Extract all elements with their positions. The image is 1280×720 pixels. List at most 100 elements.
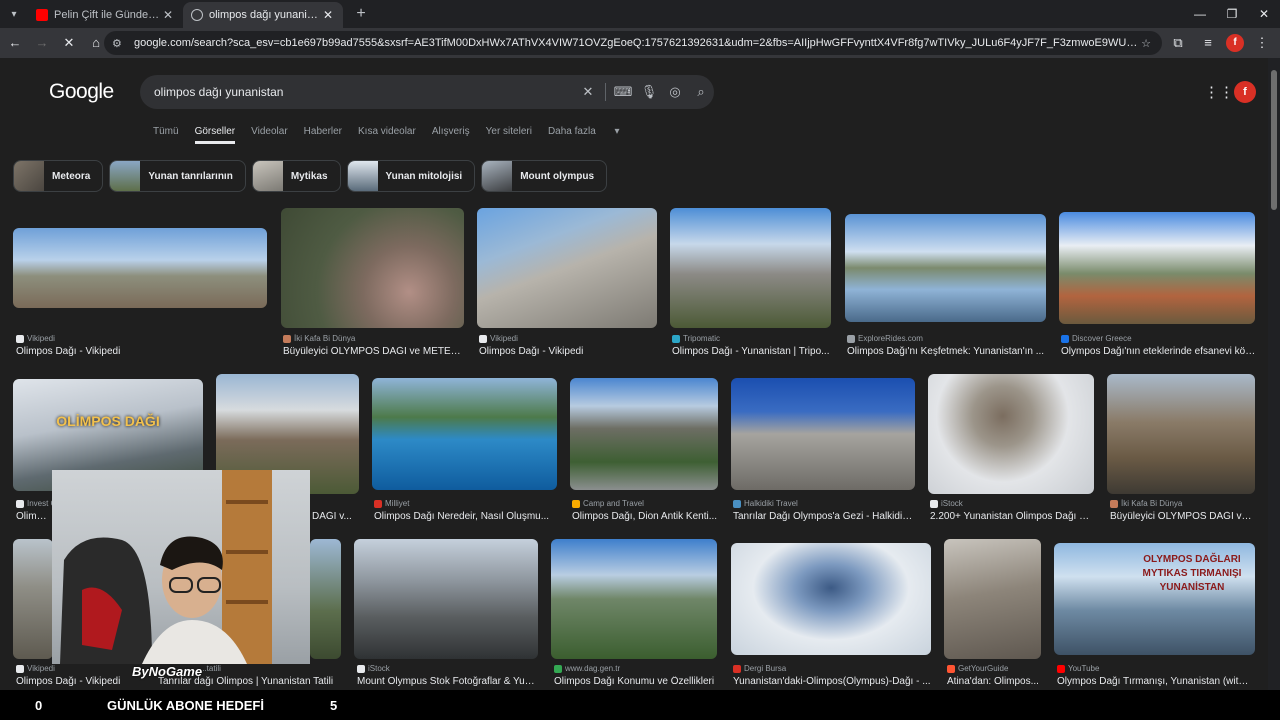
close-icon[interactable]: ✕ [161,8,175,22]
search-box[interactable]: ✕ ⌨ 🎙 ◎ ⌕ [140,75,714,109]
tab-all[interactable]: Tümü [153,126,179,144]
result-source[interactable]: iStock [357,664,390,673]
result-source[interactable]: Dergi Bursa [733,664,786,673]
extensions-icon[interactable]: ⧉ [1166,31,1190,55]
result-caption[interactable]: Olimpos Dağı - Vikipedi [479,346,659,357]
back-icon[interactable]: ← [3,31,27,55]
result-caption[interactable]: Olimpos... [16,511,52,522]
maximize-icon[interactable]: ❐ [1216,0,1248,28]
lens-icon[interactable]: ◎ [662,84,688,100]
scrollbar-thumb[interactable] [1271,70,1277,210]
result-source[interactable]: Vikipedi [16,664,55,673]
result-image[interactable] [372,378,557,490]
result-image[interactable] [845,214,1046,322]
keyboard-icon[interactable]: ⌨ [610,84,636,100]
result-image[interactable] [13,228,267,308]
chip-greek-gods[interactable]: Yunan tanrılarının [109,160,246,192]
result-source[interactable]: Camp and Travel [572,499,644,508]
search-input[interactable] [154,85,575,99]
result-source[interactable]: ExploreRides.com [847,334,923,343]
result-image[interactable] [354,539,538,659]
result-caption[interactable]: Atina'dan: Olimpos... [947,676,1042,687]
account-avatar[interactable]: f [1234,81,1256,103]
result-image[interactable] [1107,374,1255,494]
site-info-icon[interactable]: ⚙ [112,37,126,50]
result-image[interactable] [310,539,341,659]
result-image[interactable] [731,378,915,490]
result-caption[interactable]: DAĞI v... [312,511,360,522]
result-source[interactable]: GetYourGuide [947,664,1008,673]
result-caption[interactable]: Büyüleyici OLYMPOS DAĞI ve... [1110,511,1255,522]
page-scrollbar[interactable] [1268,58,1280,690]
result-image[interactable] [1059,212,1255,324]
microphone-icon[interactable]: 🎙 [636,84,662,100]
stop-icon[interactable]: ✕ [57,31,81,55]
result-source[interactable]: Discover Greece [1061,334,1132,343]
tab-youtube[interactable]: Pelin Çift ile Gündem Ötesi 473. ... ✕ [28,2,183,28]
result-caption[interactable]: Yunanistan'daki-Olimpos(Olympus)-Dağı - … [733,676,931,687]
chip-greek-mythology[interactable]: Yunan mitolojisi [346,160,476,192]
url-bar[interactable]: ⚙ google.com/search?sca_esv=cb1e697b99ad… [104,31,1162,55]
chip-meteora[interactable]: Meteora [13,160,104,192]
result-image[interactable] [928,374,1094,494]
result-image[interactable] [477,208,657,328]
result-caption[interactable]: Olimpos Dağı, Dion Antik Kenti... [572,511,718,522]
result-image[interactable] [551,539,717,659]
result-source[interactable]: www.dag.gen.tr [554,664,620,673]
result-caption[interactable]: Olimpos Dağı - Vikipedi [16,346,266,357]
result-source[interactable]: Vikipedi [479,334,518,343]
result-source[interactable]: iStock [930,499,963,508]
result-source[interactable]: YouTube [1057,664,1099,673]
result-image[interactable] [944,539,1041,659]
forward-icon[interactable]: → [30,31,54,55]
bookmark-star-icon[interactable]: ☆ [1138,37,1154,50]
result-source[interactable]: Vikipedi [16,334,55,343]
result-image[interactable] [281,208,464,328]
apps-grid-icon[interactable]: ⋮⋮⋮ [1204,83,1249,103]
tab-more[interactable]: Daha fazla ▾ [548,126,620,144]
result-caption[interactable]: Mount Olympus Stok Fotoğraflar & Yun... [357,676,537,687]
tab-images[interactable]: Görseller [194,126,236,144]
chip-mount-olympus[interactable]: Mount olympus [481,160,608,192]
clear-icon[interactable]: ✕ [575,84,601,100]
close-icon[interactable]: ✕ [321,8,335,22]
result-caption[interactable]: Olympos Dağı'nın eteklerinde efsanevi kö… [1061,346,1256,357]
result-caption[interactable]: Olympos Dağı Tırmanışı, Yunanistan (with… [1057,676,1253,687]
chip-mytikas[interactable]: Mytikas [251,160,341,192]
media-icon[interactable]: ≡ [1196,31,1220,55]
result-caption[interactable]: Olimpos Dağı Konumu ve Özellikleri [554,676,718,687]
google-logo[interactable]: Google [49,80,114,104]
result-source[interactable]: Milliyet [374,499,409,508]
result-caption[interactable]: Olimpos Dağı - Yunanistan | Tripo... [672,346,832,357]
browser-menu-icon[interactable]: ⋮ [1250,31,1274,55]
tab-short-videos[interactable]: Kısa videolar [358,126,416,144]
search-icon[interactable]: ⌕ [688,84,714,100]
address-toolbar: ← → ✕ ⌂ ⚙ google.com/search?sca_esv=cb1e… [0,28,1280,58]
result-image[interactable] [670,208,831,328]
tab-search-chevron-icon[interactable]: ▾ [0,9,28,20]
result-source[interactable]: Tripomatic [672,334,720,343]
result-source[interactable]: ...tatili [200,664,221,673]
tab-videos[interactable]: Videolar [251,126,288,144]
result-source[interactable]: Halkidiki Travel [733,499,798,508]
window-close-icon[interactable]: ✕ [1248,0,1280,28]
tab-shopping[interactable]: Alışveriş [432,126,470,144]
new-tab-button[interactable]: + [349,2,373,26]
result-source[interactable]: İki Kafa Bi Dünya [283,334,355,343]
result-image[interactable] [13,539,53,659]
result-caption[interactable]: Olimpos Dağı'nı Keşfetmek: Yunanistan'ın… [847,346,1047,357]
tab-google-search[interactable]: olimpos dağı yunanistan - Google ✕ [183,2,343,28]
minimize-icon[interactable]: — [1184,0,1216,28]
result-caption[interactable]: Olimpos Dağı Neredeir, Nasıl Oluşmu... [374,511,558,522]
tab-news[interactable]: Haberler [304,126,342,144]
result-caption[interactable]: Büyüleyici OLYMPOS DAĞI ve METEO... [283,346,465,357]
profile-avatar[interactable]: f [1226,34,1244,52]
result-caption[interactable]: Olimpos Dağı - Vikipedi [16,676,136,687]
result-image[interactable] [570,378,718,490]
result-caption[interactable]: Tanrılar Dağı Olympos'a Gezi - Halkidik.… [733,511,915,522]
result-image[interactable] [731,543,931,655]
result-source[interactable]: İki Kafa Bi Dünya [1110,499,1182,508]
result-caption[interactable]: 2.200+ Yunanistan Olimpos Dağı S... [930,511,1094,522]
result-image[interactable]: OLYMPOS DAĞLARI MYTIKAS TIRMANIŞI YUNANİ… [1054,543,1255,655]
tab-places[interactable]: Yer siteleri [486,126,532,144]
